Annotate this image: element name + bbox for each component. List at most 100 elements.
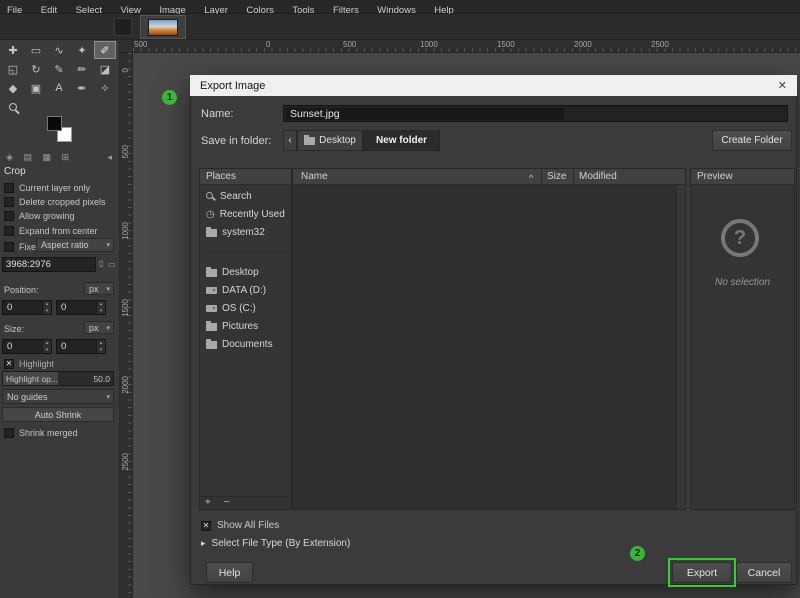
places-header[interactable]: Places: [200, 169, 291, 185]
horizontal-ruler[interactable]: 500 0 500 1000 1500 2000 2500: [133, 40, 800, 53]
help-button[interactable]: Help: [206, 562, 253, 583]
places-item-recently-used[interactable]: ◷ Recently Used: [200, 205, 291, 223]
aspect-ratio-input[interactable]: 3968:2976: [2, 257, 96, 272]
place-label: OS (C:): [222, 303, 256, 314]
dock-collapse-icon[interactable]: ◂: [103, 152, 116, 163]
filename-input[interactable]: Sunset.jpg: [283, 105, 788, 122]
shrink-merged-option[interactable]: Shrink merged: [4, 427, 78, 439]
rectangle-select-tool[interactable]: ▭: [25, 41, 47, 59]
toolbox-panel: ✚ ▭ ∿ ✦ ✐ ◱ ↻ ✎ ✏ ◪ ◆ ▣ A ✒ ✧ ◈ ▤ ▦ ⊞ ◂: [0, 40, 120, 598]
export-image-dialog: Export Image ✕ Name: Sunset.jpg Save in …: [190, 75, 797, 585]
unit-label: px: [85, 323, 103, 333]
folder-icon: [206, 341, 217, 349]
places-item-documents[interactable]: Documents: [200, 335, 291, 353]
foreground-color-swatch[interactable]: [47, 116, 62, 131]
current-layer-only-option[interactable]: Current layer only: [4, 182, 90, 194]
places-item-desktop[interactable]: Desktop: [200, 263, 291, 281]
pencil-tool[interactable]: ✎: [48, 60, 70, 78]
highlight-option[interactable]: ✕ Highlight: [4, 358, 54, 370]
breadcrumb-desktop[interactable]: Desktop: [297, 130, 363, 151]
free-select-tool[interactable]: ∿: [48, 41, 70, 59]
places-item-search[interactable]: Search: [200, 187, 291, 205]
places-item-pictures[interactable]: Pictures: [200, 317, 291, 335]
gimp-logo-tab[interactable]: [114, 18, 132, 36]
color-picker-tool[interactable]: ✧: [94, 79, 116, 97]
spinner-arrows[interactable]: ▴▾: [42, 301, 51, 314]
highlight-opacity-slider[interactable]: Highlight op... 50.0: [2, 371, 114, 386]
size-unit-dropdown[interactable]: px ▾: [84, 321, 114, 334]
column-name[interactable]: Name: [301, 169, 328, 185]
auto-shrink-button[interactable]: Auto Shrink: [2, 407, 114, 422]
fuzzy-select-tool[interactable]: ✦: [71, 41, 93, 59]
histogram-dock-icon[interactable]: ▦: [38, 152, 55, 162]
folder-icon: [206, 323, 217, 331]
place-label: DATA (D:): [222, 285, 266, 296]
zoom-tool[interactable]: [2, 98, 24, 116]
remove-bookmark-button[interactable]: −: [219, 497, 235, 508]
path-back-button[interactable]: ‹: [283, 130, 297, 151]
cancel-button[interactable]: Cancel: [736, 562, 792, 583]
spin-value: 0: [7, 302, 12, 313]
column-divider: [541, 169, 542, 185]
export-button[interactable]: Export: [672, 562, 732, 583]
file-list-scrollbar[interactable]: [676, 185, 685, 509]
spinner-arrows[interactable]: ▴▾: [42, 340, 51, 353]
column-size[interactable]: Size: [547, 169, 566, 185]
color-area: [44, 114, 84, 150]
column-modified[interactable]: Modified: [579, 169, 617, 185]
sort-ascending-icon[interactable]: ^: [529, 170, 533, 186]
paintbrush-tool[interactable]: ✏: [71, 60, 93, 78]
dialog-title: Export Image: [200, 80, 265, 92]
move-tool[interactable]: ✚: [2, 41, 24, 59]
size-width-spinner[interactable]: 0 ▴▾: [2, 339, 52, 354]
spinner-arrows[interactable]: ▴▾: [96, 340, 105, 353]
landscape-orientation-icon[interactable]: ▭: [108, 260, 116, 269]
position-y-spinner[interactable]: 0 ▴▾: [56, 300, 106, 315]
spinner-arrows[interactable]: ▴▾: [96, 301, 105, 314]
position-x-spinner[interactable]: 0 ▴▾: [2, 300, 52, 315]
place-label: Documents: [222, 339, 273, 350]
image-tab[interactable]: [140, 15, 186, 39]
folder-icon: [206, 229, 217, 237]
add-bookmark-button[interactable]: +: [200, 497, 216, 508]
eraser-tool[interactable]: ◪: [94, 60, 116, 78]
allow-growing-option[interactable]: Allow growing: [4, 210, 75, 222]
file-type-expander[interactable]: ▸ Select File Type (By Extension): [201, 537, 350, 550]
option-label: Current layer only: [19, 183, 90, 193]
create-folder-button[interactable]: Create Folder: [712, 130, 792, 151]
expand-from-center-option[interactable]: Expand from center: [4, 225, 98, 237]
folder-icon: [304, 137, 315, 145]
paths-tool[interactable]: ✒: [71, 79, 93, 97]
breadcrumb-new-folder[interactable]: New folder: [363, 130, 440, 151]
places-separator: [204, 251, 287, 252]
gimp-window: File Edit Select View Image Layer Colors…: [0, 0, 800, 598]
transform-tool[interactable]: ◱: [2, 60, 24, 78]
clone-tool[interactable]: ▣: [25, 79, 47, 97]
bucket-fill-tool[interactable]: ◆: [2, 79, 24, 97]
tool-options-dock-icon[interactable]: ◈: [2, 152, 17, 162]
option-label: Allow growing: [19, 211, 75, 221]
checkbox: [4, 197, 14, 207]
layers-dock-icon[interactable]: ⊞: [58, 152, 74, 162]
device-status-dock-icon[interactable]: ▤: [19, 152, 36, 162]
vertical-ruler[interactable]: 0 500 1000 1500 2000 2500: [120, 53, 133, 598]
crop-tool[interactable]: ✐: [94, 41, 116, 59]
show-all-files-option[interactable]: ✕ Show All Files: [201, 519, 279, 532]
text-tool[interactable]: A: [48, 79, 70, 97]
rotate-tool[interactable]: ↻: [25, 60, 47, 78]
dialog-body: Name: Sunset.jpg Save in folder: ‹ Deskt…: [190, 96, 797, 585]
close-icon[interactable]: ✕: [778, 79, 787, 92]
places-item-data-drive[interactable]: DATA (D:): [200, 281, 291, 299]
checkbox: [4, 211, 14, 221]
aspect-ratio-dropdown[interactable]: Aspect ratio ▾: [36, 238, 114, 252]
dialog-title-bar[interactable]: Export Image ✕: [190, 75, 797, 96]
ruler-origin[interactable]: [120, 40, 133, 53]
delete-cropped-pixels-option[interactable]: Delete cropped pixels: [4, 196, 106, 208]
guides-dropdown[interactable]: No guides ▾: [2, 389, 114, 404]
places-item-system32[interactable]: system32: [200, 223, 291, 241]
portrait-orientation-icon[interactable]: ▯: [99, 259, 103, 268]
position-unit-dropdown[interactable]: px ▾: [84, 282, 114, 295]
size-height-spinner[interactable]: 0 ▴▾: [56, 339, 106, 354]
checkbox: ✕: [4, 359, 14, 369]
places-item-os-drive[interactable]: OS (C:): [200, 299, 291, 317]
